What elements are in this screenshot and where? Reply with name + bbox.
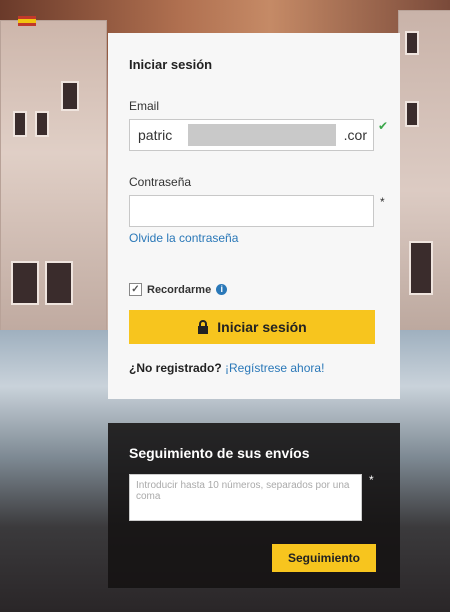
tracking-required-mark: * [369, 473, 374, 487]
tracking-button[interactable]: Seguimiento [272, 544, 376, 572]
tracking-panel: Seguimiento de sus envíos * Seguimiento [108, 423, 400, 588]
login-button-label: Iniciar sesión [217, 319, 307, 335]
email-value-start: patric [138, 127, 173, 143]
lock-icon [197, 320, 209, 334]
remember-label: Recordarme [147, 283, 212, 296]
building-left [0, 20, 107, 352]
password-required-mark: * [380, 195, 385, 209]
forgot-password-link[interactable]: Olvide la contraseña [129, 231, 238, 245]
remember-me[interactable]: ✓ Recordarme i [129, 283, 228, 296]
email-value-end: .cor [343, 127, 367, 143]
not-registered-text: ¿No registrado? [129, 361, 222, 375]
info-icon[interactable]: i [216, 284, 228, 295]
email-label: Email [129, 99, 160, 113]
tracking-input[interactable] [129, 474, 362, 521]
flag-icon [18, 16, 36, 26]
login-title: Iniciar sesión [129, 57, 213, 72]
tracking-title: Seguimiento de sus envíos [129, 445, 310, 461]
password-label: Contraseña [129, 175, 192, 189]
register-link[interactable]: ¡Regístrese ahora! [225, 361, 324, 375]
remember-checkbox[interactable]: ✓ [129, 283, 142, 296]
valid-check-icon: ✔ [378, 119, 389, 133]
email-field[interactable]: patric .cor [129, 119, 374, 151]
password-field[interactable] [129, 195, 374, 227]
login-panel: Iniciar sesión Email patric .cor ✔ Contr… [108, 33, 400, 399]
login-button[interactable]: Iniciar sesión [129, 310, 375, 344]
email-redaction [188, 124, 336, 146]
building-right [398, 10, 450, 372]
register-row: ¿No registrado? ¡Regístrese ahora! [129, 361, 324, 375]
